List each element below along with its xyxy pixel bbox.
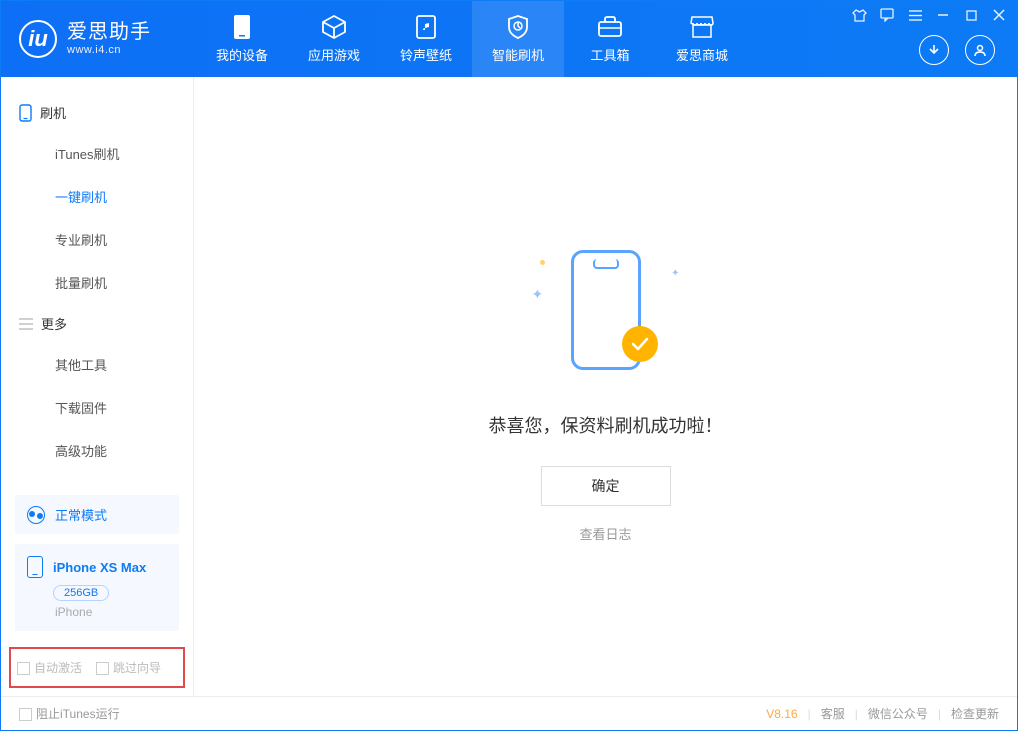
sidebar-item-advanced[interactable]: 高级功能 bbox=[1, 429, 193, 472]
device-card[interactable]: iPhone XS Max 256GB iPhone bbox=[15, 544, 179, 631]
body: 刷机 iTunes刷机 一键刷机 专业刷机 批量刷机 更多 其他工具 下载固件 … bbox=[1, 77, 1017, 696]
check-update-link[interactable]: 检查更新 bbox=[951, 705, 999, 722]
sparkle-icon: ✦ bbox=[671, 268, 679, 279]
success-illustration: ✦ ✦ bbox=[506, 230, 706, 390]
sidebar-item-itunes-flash[interactable]: iTunes刷机 bbox=[1, 132, 193, 175]
shield-icon bbox=[505, 14, 531, 40]
auto-activate-checkbox[interactable]: 自动激活 bbox=[17, 659, 82, 676]
check-badge-icon bbox=[622, 326, 658, 362]
shirt-icon[interactable] bbox=[851, 7, 867, 23]
sidebar-item-download-firmware[interactable]: 下载固件 bbox=[1, 386, 193, 429]
sparkle-icon: ✦ bbox=[532, 286, 544, 303]
feedback-icon[interactable] bbox=[879, 7, 895, 23]
nav-label: 铃声壁纸 bbox=[400, 45, 452, 64]
header: iu 爱思助手 www.i4.cn 我的设备 应用游戏 bbox=[1, 1, 1017, 77]
sidebar-item-pro-flash[interactable]: 专业刷机 bbox=[1, 218, 193, 261]
nav-tab-device[interactable]: 我的设备 bbox=[196, 1, 288, 77]
device-icon bbox=[229, 14, 255, 40]
logo-icon: iu bbox=[19, 20, 57, 58]
nav-tab-flash[interactable]: 智能刷机 bbox=[472, 1, 564, 77]
download-button[interactable] bbox=[919, 35, 949, 65]
toolbox-icon bbox=[597, 14, 623, 40]
app-subtitle: www.i4.cn bbox=[67, 44, 151, 57]
ok-button[interactable]: 确定 bbox=[541, 466, 671, 506]
version-label: V8.16 bbox=[766, 707, 797, 721]
logo-area: iu 爱思助手 www.i4.cn bbox=[1, 20, 196, 58]
skip-guide-checkbox[interactable]: 跳过向导 bbox=[96, 659, 161, 676]
sidebar-item-batch-flash[interactable]: 批量刷机 bbox=[1, 261, 193, 304]
phone-small-icon bbox=[19, 104, 32, 122]
sidebar-item-oneclick-flash[interactable]: 一键刷机 bbox=[1, 175, 193, 218]
device-small-icon bbox=[27, 556, 43, 578]
store-icon bbox=[689, 14, 715, 40]
maximize-button[interactable] bbox=[963, 7, 979, 23]
sidebar: 刷机 iTunes刷机 一键刷机 专业刷机 批量刷机 更多 其他工具 下载固件 … bbox=[1, 77, 194, 696]
list-icon bbox=[19, 318, 33, 330]
wechat-link[interactable]: 微信公众号 bbox=[868, 705, 928, 722]
nav-label: 我的设备 bbox=[216, 45, 268, 64]
nav-label: 工具箱 bbox=[590, 45, 629, 64]
statusbar: 阻止iTunes运行 V8.16 | 客服 | 微信公众号 | 检查更新 bbox=[1, 696, 1017, 730]
app-window: iu 爱思助手 www.i4.cn 我的设备 应用游戏 bbox=[0, 0, 1018, 731]
nav-tabs: 我的设备 应用游戏 铃声壁纸 智能刷机 bbox=[196, 1, 748, 77]
nav-label: 智能刷机 bbox=[492, 45, 544, 64]
sidebar-footer: 正常模式 iPhone XS Max 256GB iPhone bbox=[1, 485, 193, 643]
nav-label: 应用游戏 bbox=[308, 45, 360, 64]
nav-tab-toolbox[interactable]: 工具箱 bbox=[564, 1, 656, 77]
block-itunes-checkbox[interactable]: 阻止iTunes运行 bbox=[19, 705, 120, 722]
close-button[interactable] bbox=[991, 7, 1007, 23]
title-controls bbox=[851, 7, 1007, 23]
sidebar-group-more: 更多 bbox=[1, 304, 193, 343]
nav-label: 爱思商城 bbox=[676, 45, 728, 64]
cube-icon bbox=[321, 14, 347, 40]
device-name: iPhone XS Max bbox=[53, 560, 146, 575]
sidebar-group-flash: 刷机 bbox=[1, 93, 193, 132]
app-title: 爱思助手 bbox=[67, 20, 151, 44]
nav-tab-store[interactable]: 爱思商城 bbox=[656, 1, 748, 77]
mode-card[interactable]: 正常模式 bbox=[15, 495, 179, 534]
menu-icon[interactable] bbox=[907, 7, 923, 23]
music-icon bbox=[413, 14, 439, 40]
view-log-link[interactable]: 查看日志 bbox=[579, 524, 631, 543]
mode-icon bbox=[27, 506, 45, 524]
nav-tab-ringtones[interactable]: 铃声壁纸 bbox=[380, 1, 472, 77]
device-type: iPhone bbox=[55, 605, 167, 619]
minimize-button[interactable] bbox=[935, 7, 951, 23]
user-button[interactable] bbox=[965, 35, 995, 65]
nav-tab-apps[interactable]: 应用游戏 bbox=[288, 1, 380, 77]
dot-icon bbox=[540, 260, 545, 265]
support-link[interactable]: 客服 bbox=[821, 705, 845, 722]
main-content: ✦ ✦ 恭喜您，保资料刷机成功啦！ 确定 查看日志 bbox=[194, 77, 1017, 696]
header-right bbox=[919, 35, 995, 65]
device-storage: 256GB bbox=[53, 585, 109, 601]
sidebar-item-other-tools[interactable]: 其他工具 bbox=[1, 343, 193, 386]
sidebar-options-highlight: 自动激活 跳过向导 bbox=[9, 647, 185, 688]
success-message: 恭喜您，保资料刷机成功啦！ bbox=[489, 412, 723, 438]
mode-text: 正常模式 bbox=[55, 505, 107, 524]
